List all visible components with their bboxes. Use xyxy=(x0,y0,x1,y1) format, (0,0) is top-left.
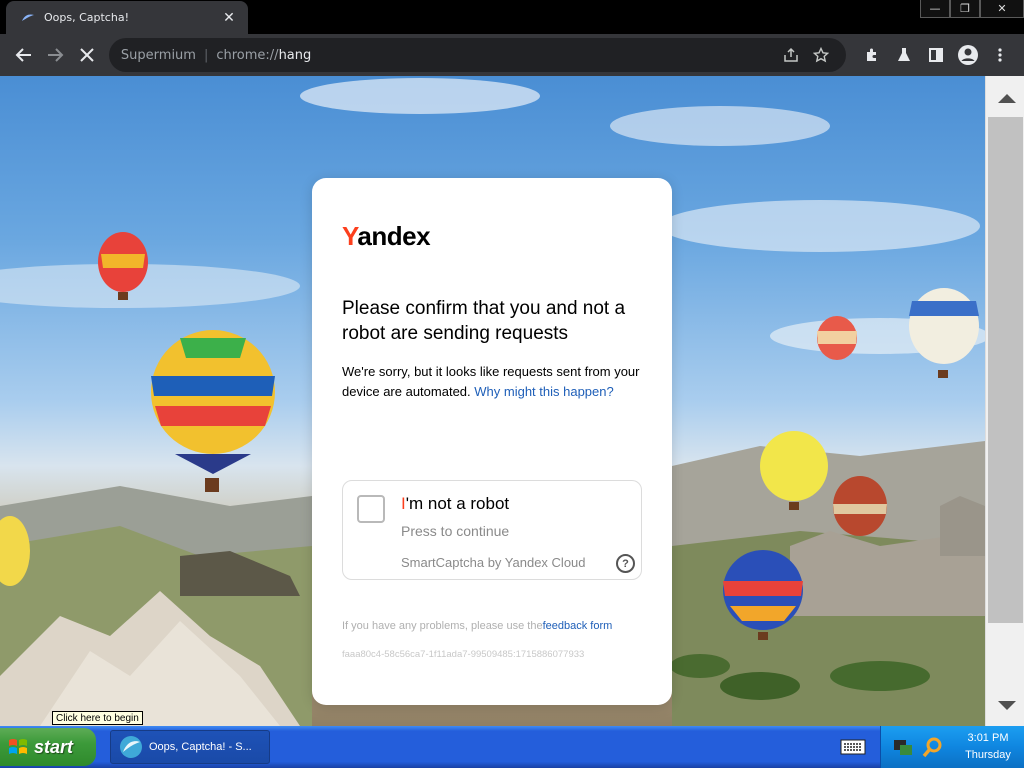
forward-arrow-icon xyxy=(48,48,64,62)
feedback-link[interactable]: feedback form xyxy=(543,620,613,632)
bookmark-button[interactable] xyxy=(806,40,836,70)
yandex-logo: Yandex xyxy=(342,221,431,252)
avatar-icon xyxy=(957,45,978,65)
tab-favicon-icon xyxy=(20,10,36,26)
restore-button[interactable]: ❐ xyxy=(950,0,980,18)
kebab-menu-icon xyxy=(998,48,1002,62)
taskbar: start Oops, Captcha! - S... 3:01 PM Thur… xyxy=(0,726,1024,768)
balloon-right-small xyxy=(817,316,857,360)
side-panel-button[interactable] xyxy=(920,39,952,71)
stop-x-icon xyxy=(80,48,94,62)
browser-app-icon xyxy=(120,736,142,758)
window-controls: — ❐ ✕ xyxy=(920,0,1024,18)
profile-button[interactable] xyxy=(952,39,984,71)
back-button[interactable] xyxy=(8,39,40,71)
scroll-up-icon[interactable] xyxy=(998,94,1016,103)
clock-day: Thursday xyxy=(965,749,1011,761)
minimize-button[interactable]: — xyxy=(920,0,950,18)
page-title: Please confirm that you and not a robot … xyxy=(342,298,626,344)
menu-button[interactable] xyxy=(984,39,1016,71)
checkbox-subtext: Press to continue xyxy=(401,523,510,539)
logo-letter-y: Y xyxy=(342,221,358,251)
logo-text: andex xyxy=(357,221,431,251)
tab-strip: Oops, Captcha! ✕ — ❐ ✕ xyxy=(0,0,1024,34)
stop-loading-button[interactable] xyxy=(71,39,103,71)
omnibox-separator: | xyxy=(203,47,209,63)
clock[interactable]: 3:01 PM Thursday xyxy=(955,730,1021,764)
why-link[interactable]: Why might this happen? xyxy=(474,384,613,399)
description: We're sorry, but it looks like requests … xyxy=(342,362,642,402)
start-tooltip: Click here to begin xyxy=(52,711,143,725)
search-icon[interactable] xyxy=(921,735,945,759)
captcha-card: Yandex Please confirm that you and not a… xyxy=(312,178,672,705)
checkbox-label[interactable]: I'm not a robot xyxy=(401,494,509,514)
balloon-left-big xyxy=(151,330,275,492)
flask-icon xyxy=(897,48,910,61)
scroll-down-icon[interactable] xyxy=(998,701,1016,710)
close-window-button[interactable]: ✕ xyxy=(980,0,1024,18)
tab-title: Oops, Captcha! xyxy=(44,11,129,24)
help-icon[interactable]: ? xyxy=(616,554,635,573)
captcha-brand: SmartCaptcha by Yandex Cloud xyxy=(401,555,586,570)
puzzle-icon xyxy=(866,48,876,61)
toolbar-actions xyxy=(856,39,1016,71)
windows-logo-icon xyxy=(9,739,27,754)
url-scheme: chrome:// xyxy=(216,47,279,63)
url-host: hang xyxy=(278,47,312,63)
request-id: faaa80c4-58c56ca7-1f11ada7-99509485:1715… xyxy=(342,649,585,660)
taskbar-window-title: Oops, Captcha! - S... xyxy=(149,741,252,753)
start-button[interactable]: start xyxy=(0,728,96,766)
problems-note: If you have any problems, please use the… xyxy=(342,620,612,632)
taskbar-window-button[interactable]: Oops, Captcha! - S... xyxy=(110,730,270,764)
labs-button[interactable] xyxy=(888,39,920,71)
back-arrow-icon xyxy=(15,48,31,62)
network-icon[interactable] xyxy=(891,735,915,759)
tab-close-icon[interactable]: ✕ xyxy=(220,10,238,26)
share-button[interactable] xyxy=(776,40,806,70)
balloon-right-striped xyxy=(833,476,887,536)
scrollbar-thumb[interactable] xyxy=(988,117,1023,623)
not-a-robot-checkbox[interactable] xyxy=(357,495,385,523)
site-name: Supermium xyxy=(120,47,196,63)
checkbox-label-rest: 'm not a robot xyxy=(405,494,510,513)
balloon-right-blue xyxy=(909,288,979,378)
page-scrollbar[interactable] xyxy=(985,76,1024,726)
smart-captcha-widget[interactable]: I'm not a robot Press to continue SmartC… xyxy=(342,480,642,580)
problems-text: If you have any problems, please use the xyxy=(342,620,543,632)
start-label: start xyxy=(34,736,74,757)
share-icon xyxy=(784,47,798,62)
browser-tab[interactable]: Oops, Captcha! ✕ xyxy=(6,1,248,34)
clock-time: 3:01 PM xyxy=(967,732,1009,744)
extensions-button[interactable] xyxy=(856,39,888,71)
star-icon xyxy=(812,47,829,63)
keyboard-icon[interactable] xyxy=(838,735,868,759)
system-tray: 3:01 PM Thursday xyxy=(880,726,1024,768)
side-panel-icon xyxy=(928,48,943,62)
browser-toolbar: Supermium | chrome:// hang xyxy=(0,34,1024,76)
address-bar[interactable]: Supermium | chrome:// hang xyxy=(108,38,846,72)
forward-button[interactable] xyxy=(40,39,72,71)
